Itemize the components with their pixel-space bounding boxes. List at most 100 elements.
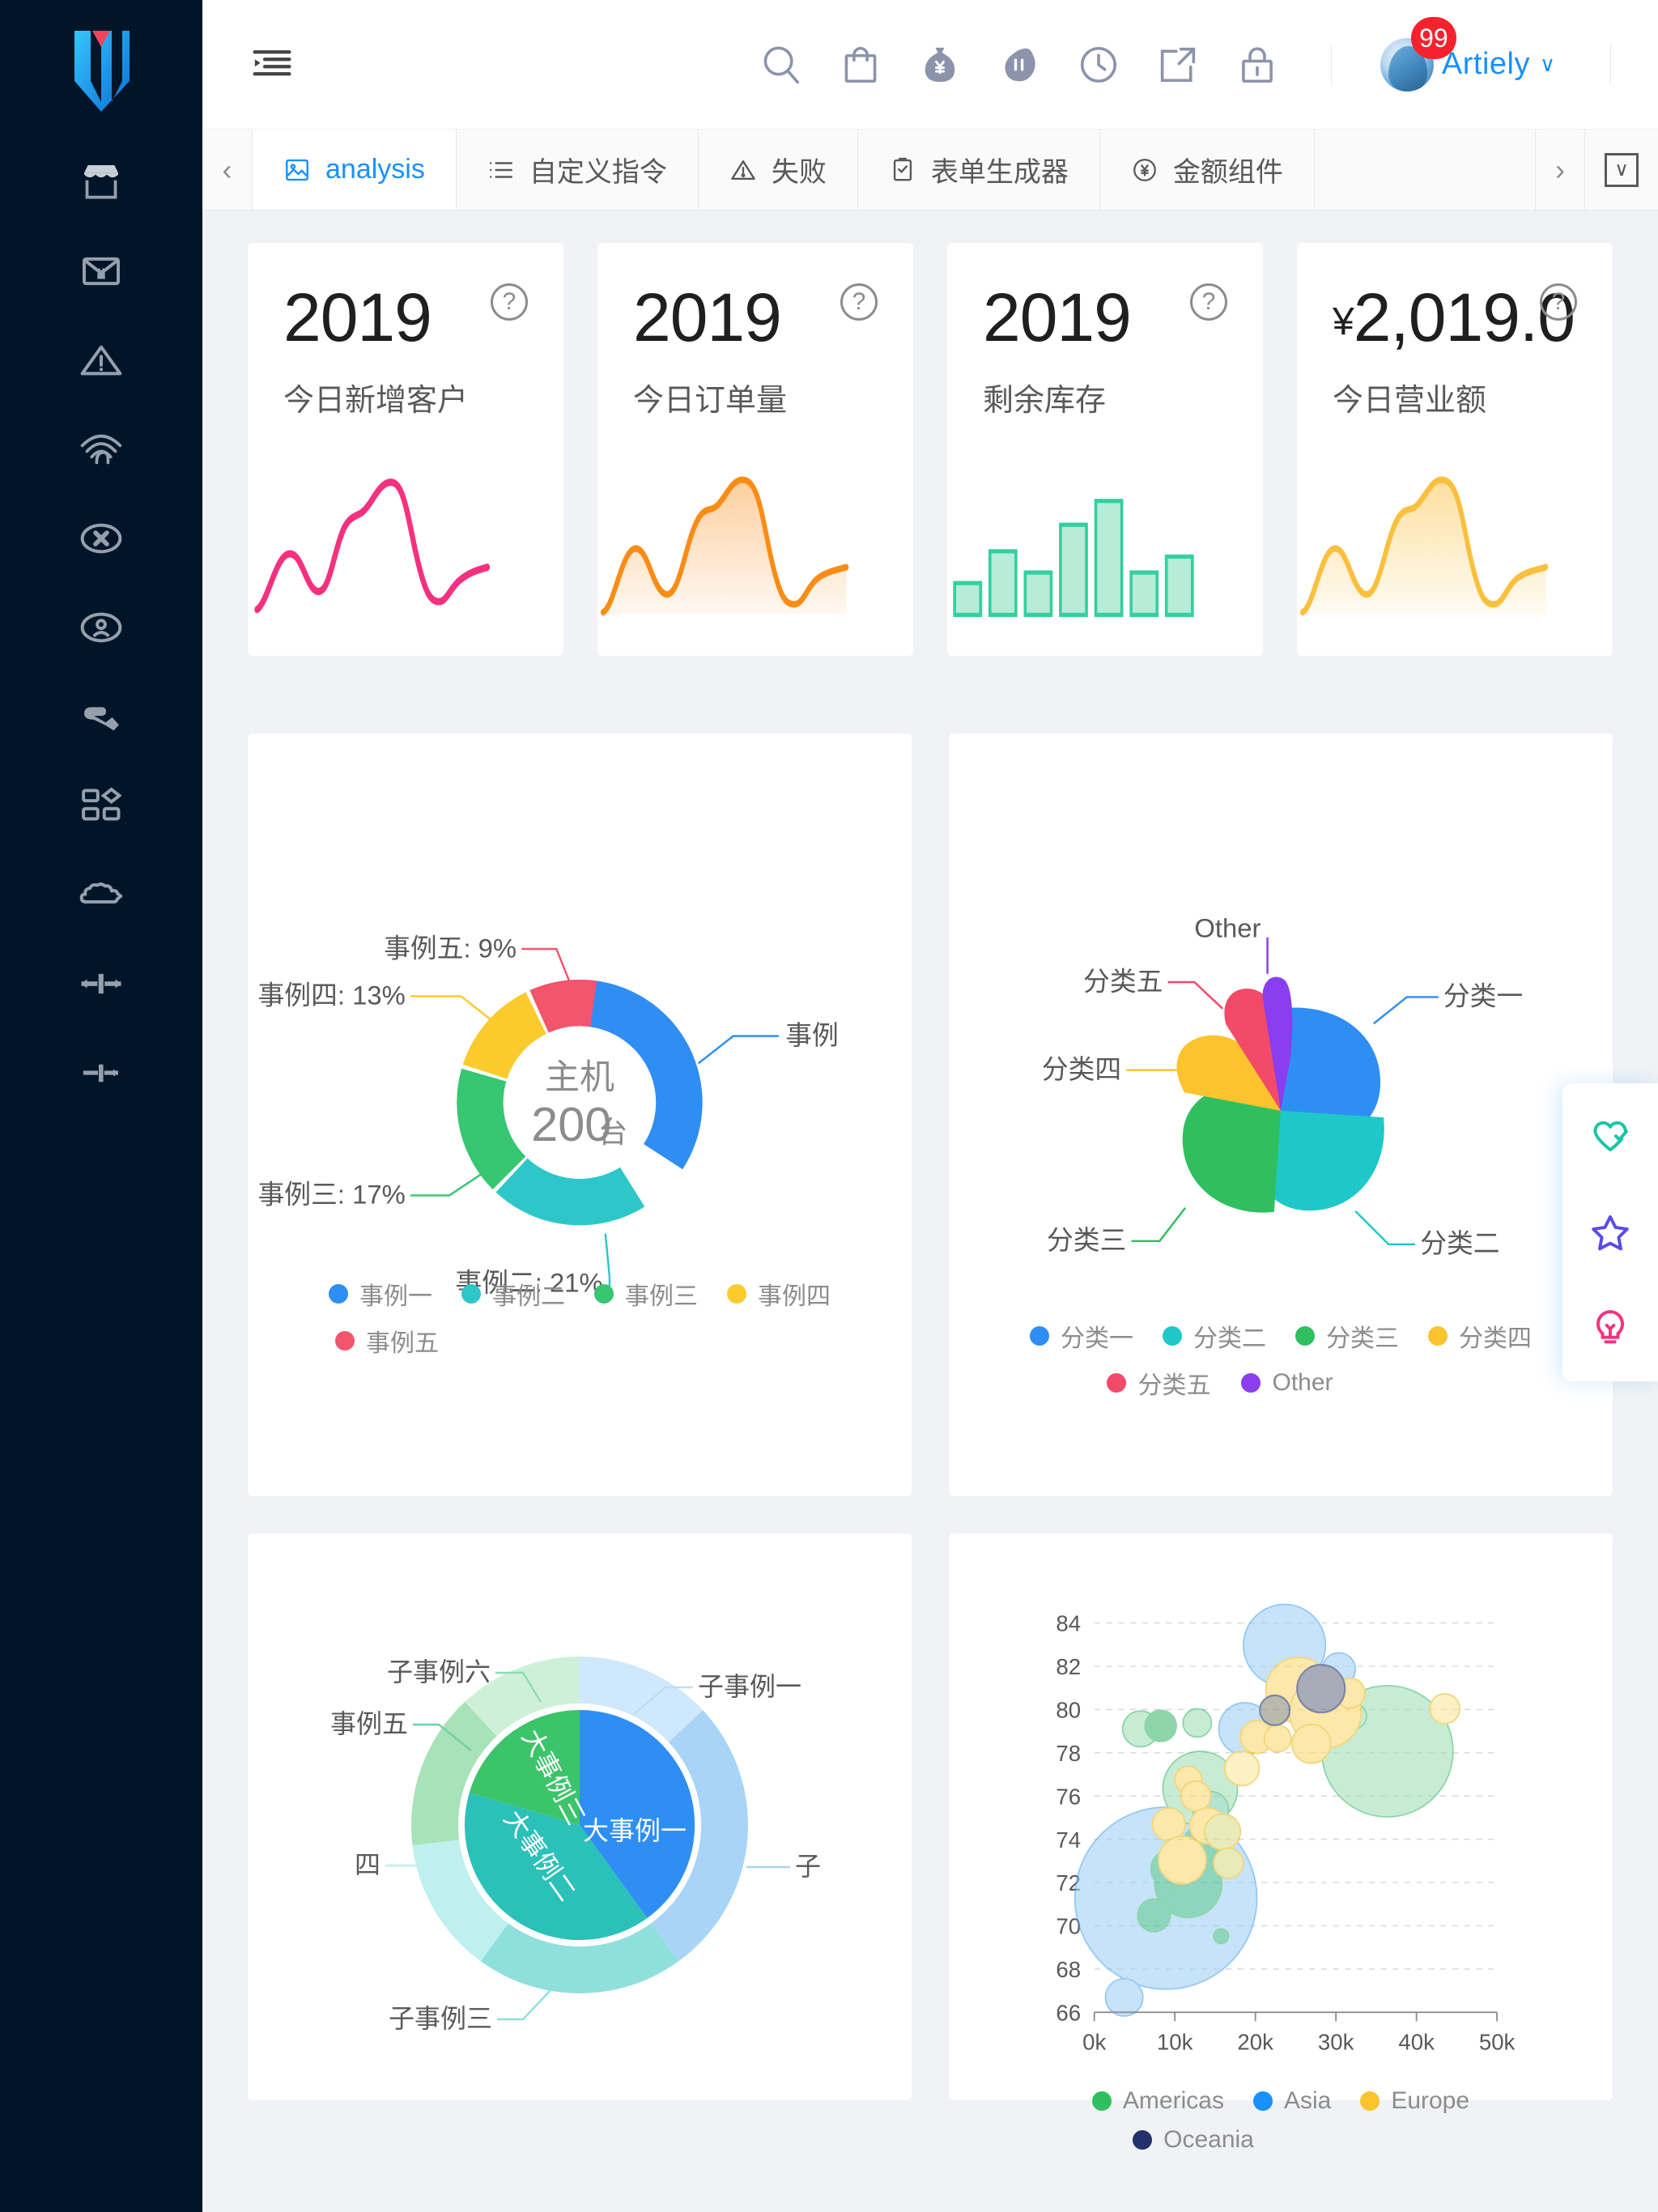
tab-custom-directive[interactable]: 自定义指令	[456, 130, 699, 210]
sidebar-item-tools[interactable]	[0, 672, 202, 761]
sparkline-area	[597, 474, 913, 620]
circle-close-icon	[79, 516, 124, 561]
chat-bubble-icon[interactable]	[994, 40, 1044, 90]
sidebar-item-error[interactable]	[0, 494, 202, 583]
sidebar-item-network[interactable]	[0, 405, 202, 494]
legend-item[interactable]: Asia	[1252, 2087, 1331, 2115]
sunburst-callout-5: 子事例六	[387, 1657, 491, 1687]
legend-item[interactable]: 事例五	[312, 1323, 847, 1359]
warning-triangle-icon	[729, 156, 757, 184]
legend-color-swatch	[1252, 2091, 1273, 2111]
help-icon[interactable]: ?	[1540, 283, 1577, 321]
search-icon[interactable]	[756, 40, 806, 90]
stat-card-orders[interactable]: 2019 今日订单量 ?	[597, 243, 913, 656]
apps-grid-icon	[79, 783, 124, 828]
legend-item[interactable]: 分类三	[1295, 1318, 1399, 1354]
legend-item[interactable]: Oceania	[926, 2126, 1460, 2154]
help-icon[interactable]: ?	[491, 283, 528, 321]
sidebar-item-settings-1[interactable]	[0, 939, 202, 1028]
chevron-down-icon: ∨	[1605, 152, 1639, 187]
host-donut-chart-card[interactable]: 主机 200 台 事例 事例二: 21% 事例三: 17% 事例四: 13% 事…	[248, 734, 912, 1496]
legend-item[interactable]: 分类五 Other	[953, 1365, 1487, 1401]
external-link-icon[interactable]	[1153, 40, 1203, 90]
sidebar-item-account[interactable]	[0, 583, 202, 672]
y-tick: 80	[1056, 1698, 1081, 1723]
sidebar-item-warning[interactable]	[0, 316, 202, 405]
user-menu[interactable]: 99 Artiely ∨	[1380, 16, 1562, 91]
y-tick: 68	[1056, 1957, 1081, 1982]
help-icon[interactable]: ?	[840, 283, 878, 321]
stat-label: 今日营业额	[1333, 384, 1487, 418]
legend-item[interactable]: Americas	[1091, 2087, 1224, 2115]
sidebar-item-apps[interactable]	[0, 761, 202, 850]
user-name: Artiely	[1441, 47, 1530, 81]
slider-icon	[79, 1050, 124, 1095]
clock-icon[interactable]	[1073, 40, 1124, 90]
tab-scroll-left-icon[interactable]: ‹	[202, 130, 253, 210]
tab-label: analysis	[325, 154, 425, 185]
donut-callout-3: 事例四: 13%	[257, 981, 405, 1010]
lock-icon[interactable]	[1232, 40, 1282, 90]
tab-dropdown-button[interactable]: ∨	[1585, 130, 1658, 210]
bubble-chart-card[interactable]: 84 82 80 78 76 74 72 70 68 66 0k 10k 20k…	[949, 1534, 1613, 2153]
brand-logo[interactable]	[53, 24, 150, 115]
legend-item[interactable]: 分类二	[1163, 1318, 1266, 1354]
legend-color-swatch	[1428, 1326, 1448, 1346]
legend-label: Europe	[1391, 2087, 1470, 2114]
tab-scroll-right-icon[interactable]: ›	[1535, 130, 1585, 210]
x-tick: 10k	[1157, 2029, 1193, 2054]
legend-item[interactable]: 事例一	[329, 1276, 432, 1312]
star-icon[interactable]	[1584, 1206, 1636, 1258]
donut-center-title: 主机	[545, 1058, 614, 1097]
legend-color-swatch	[461, 1284, 481, 1304]
legend-label: 事例四	[758, 1283, 831, 1310]
sidebar-item-plugins[interactable]	[0, 850, 202, 939]
stat-card-new-customers[interactable]: 2019 今日新增客户 ?	[248, 243, 563, 656]
legend-item[interactable]: 事例四	[727, 1276, 831, 1312]
y-tick: 66	[1056, 2000, 1081, 2025]
legend-color-swatch	[1030, 1326, 1049, 1346]
tab-analysis[interactable]: analysis	[253, 130, 457, 210]
money-bag-yen-icon[interactable]	[915, 40, 965, 90]
legend-item[interactable]: 分类四	[1428, 1318, 1532, 1354]
notification-badge[interactable]: 99	[1410, 16, 1456, 59]
sunburst-chart-card[interactable]: 大事例一 大事例二 大事例三 子事例一 子 子事例三 四 事例五 子事例六	[248, 1534, 912, 2100]
tab-amount-component[interactable]: 金额组件	[1099, 130, 1315, 210]
legend-item[interactable]: 分类一	[1030, 1318, 1133, 1354]
stat-card-stock[interactable]: 2019 剩余库存 ?	[947, 243, 1263, 656]
tab-bar: ‹ analysis 自定义指令 失败 表单生成器 金额组件 › ∨	[202, 130, 1658, 211]
heart-check-icon[interactable]	[1584, 1111, 1636, 1163]
stat-card-revenue[interactable]: ¥2,019.0 今日营业额 ?	[1297, 243, 1613, 656]
sidebar	[0, 0, 202, 2212]
tab-failed[interactable]: 失败	[698, 130, 858, 210]
rose-callout-3: 分类四	[1042, 1054, 1121, 1084]
legend-color-swatch	[727, 1284, 746, 1304]
app-root: 99 Artiely ∨ ‹ analysis 自定义指令 失败 表单生成器 金…	[0, 0, 1658, 2212]
header-divider	[1330, 44, 1332, 85]
legend-item[interactable]: 事例三	[594, 1276, 698, 1312]
slider-icon	[79, 961, 124, 1006]
x-tick: 20k	[1237, 2029, 1273, 2054]
content-area: 2019 今日新增客户 ? 2019 今日订单量 ? 2019 剩余库存 ? ¥…	[202, 211, 1658, 2212]
legend-item[interactable]: 事例二	[461, 1276, 565, 1312]
tab-label: 失败	[771, 157, 827, 188]
sidebar-item-billing[interactable]	[0, 227, 202, 316]
shopping-bag-icon[interactable]	[835, 40, 886, 90]
envelope-yen-icon	[79, 249, 124, 294]
help-icon[interactable]: ?	[1190, 283, 1227, 321]
sparkline-line	[248, 474, 563, 620]
main-area: 99 Artiely ∨ ‹ analysis 自定义指令 失败 表单生成器 金…	[202, 0, 1658, 2212]
legend-color-swatch	[1360, 2091, 1380, 2111]
legend-item[interactable]: Europe	[1360, 2087, 1469, 2115]
sidebar-item-settings-2[interactable]	[0, 1028, 202, 1117]
lightbulb-icon[interactable]	[1584, 1302, 1636, 1354]
category-rose-chart-card[interactable]: 分类一 分类二 分类三 分类四 分类五 Other 分类一 分类二 分类三 分类…	[949, 734, 1613, 1496]
legend-label: 事例二	[492, 1283, 565, 1310]
stat-value: 2019	[633, 279, 782, 355]
donut-callout-2: 事例三: 17%	[257, 1180, 405, 1210]
sidebar-item-shop[interactable]	[0, 138, 202, 227]
tab-form-generator[interactable]: 表单生成器	[857, 130, 1100, 210]
rose-callout-0: 分类一	[1443, 981, 1523, 1011]
menu-fold-icon[interactable]	[246, 39, 298, 91]
form-icon	[889, 156, 916, 184]
